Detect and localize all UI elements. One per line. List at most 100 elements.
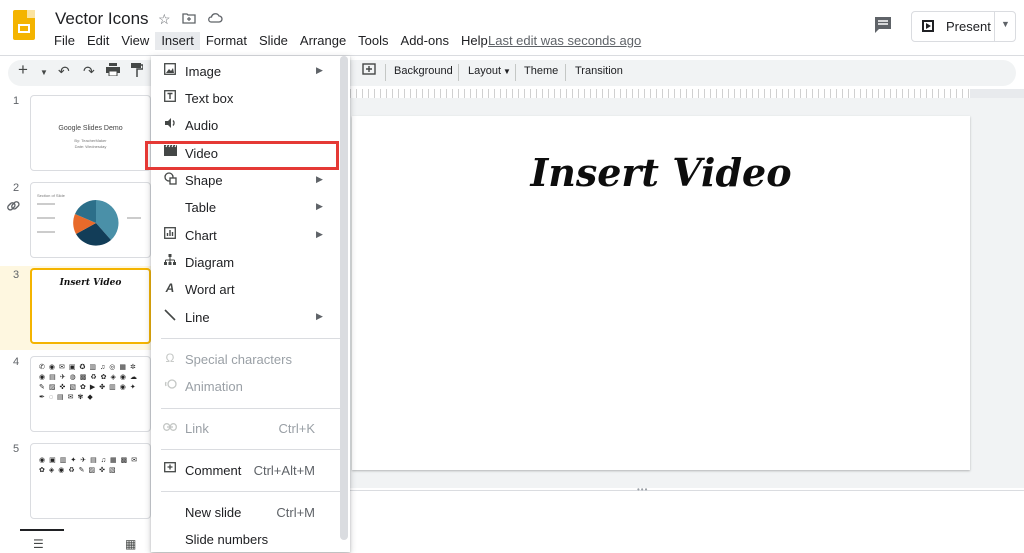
menu-format[interactable]: Format [200, 32, 253, 50]
menu-item-shortcut: Ctrl+K [278, 421, 315, 436]
thumb-text-line [37, 231, 55, 233]
slide-thumbnail-3[interactable]: Insert Video [30, 268, 151, 344]
speaker-notes-divider[interactable] [350, 490, 1024, 491]
menu-item-label: Shape [185, 173, 223, 188]
slides-logo-icon[interactable] [13, 10, 35, 40]
submenu-arrow-icon: ▶ [316, 65, 323, 75]
background-button[interactable]: Background [394, 65, 453, 77]
chevron-down-icon: ▼ [503, 67, 511, 76]
menu-item-slide-numbers[interactable]: Slide numbers [151, 526, 341, 553]
slide-number: 5 [13, 443, 20, 455]
print-icon[interactable] [106, 63, 120, 79]
menu-item-shortcut: Ctrl+M [276, 505, 315, 520]
menu-separator [161, 449, 341, 450]
menu-item-special-characters[interactable]: Ω Special characters [151, 346, 341, 373]
menu-edit[interactable]: Edit [81, 32, 115, 50]
present-icon [922, 20, 934, 32]
folder-move-icon[interactable] [182, 11, 196, 27]
menu-file[interactable]: File [48, 32, 81, 50]
last-edit-link[interactable]: Last edit was seconds ago [488, 33, 641, 48]
insert-menu-dropdown: Image ▶ Text box Audio Video Shape ▶ Tab… [151, 56, 350, 552]
diagram-icon [162, 254, 178, 269]
chart-icon [162, 227, 178, 242]
menu-item-label: Line [185, 310, 210, 325]
new-slide-plus-icon[interactable]: + [18, 60, 28, 80]
layout-label: Layout [468, 65, 502, 77]
document-title[interactable]: Vector Icons [55, 9, 149, 29]
menu-item-link[interactable]: Link Ctrl+K [151, 415, 341, 442]
resize-handle-icon[interactable]: ••• [637, 485, 648, 494]
audio-icon [162, 117, 178, 132]
menu-separator [161, 338, 341, 339]
slide-title[interactable]: Insert Video [352, 150, 970, 195]
menu-item-label: Diagram [185, 255, 235, 270]
shape-icon [162, 172, 178, 188]
menu-tools[interactable]: Tools [352, 32, 394, 50]
grid-view-icon[interactable]: ▦ [125, 537, 136, 551]
menu-item-diagram[interactable]: Diagram [151, 249, 341, 276]
slide-canvas[interactable]: Insert Video [352, 116, 970, 470]
layout-button[interactable]: Layout ▼ [468, 65, 511, 77]
menu-view[interactable]: View [115, 32, 155, 50]
menu-item-new-slide[interactable]: New slide Ctrl+M [151, 499, 341, 526]
present-button[interactable]: Present ▼ [911, 11, 1016, 42]
menu-item-label: Slide numbers [185, 532, 269, 547]
undo-icon[interactable]: ↶ [58, 63, 70, 80]
ruler-margin [970, 89, 1024, 98]
menu-item-audio[interactable]: Audio [151, 112, 341, 139]
menu-insert[interactable]: Insert [155, 32, 200, 50]
thumb-icon-grid: ◉ ▣ ▥ ✦ ✈ ▤ ♫ ▦ ▩ ✉ ✿ ◈ ◉ ♻ ✎ ▨ ✜ ▧ [39, 457, 138, 474]
link-icon [6, 199, 20, 216]
chevron-down-icon[interactable]: ▼ [1001, 19, 1010, 29]
new-slide-chevron-icon[interactable]: ▼ [40, 68, 48, 77]
filmstrip-view-icon[interactable]: ☰ [33, 537, 44, 551]
menu-item-label: Special characters [185, 352, 292, 367]
submenu-arrow-icon: ▶ [316, 311, 323, 321]
slide-thumbnail-5[interactable]: ◉ ▣ ▥ ✦ ✈ ▤ ♫ ▦ ▩ ✉ ✿ ◈ ◉ ♻ ✎ ▨ ✜ ▧ [30, 443, 151, 519]
toolbar-separator [458, 64, 459, 81]
menu-item-word-art[interactable]: A Word art [151, 276, 341, 303]
slide-thumbnail-2[interactable]: Section of Slide [30, 182, 151, 258]
menu-addons[interactable]: Add-ons [395, 32, 455, 50]
thumb-title: Insert Video [59, 278, 122, 288]
menu-item-shape[interactable]: Shape ▶ [151, 167, 341, 194]
comment-history-icon[interactable] [873, 16, 895, 36]
menu-slide[interactable]: Slide [253, 32, 294, 50]
menu-item-animation[interactable]: Animation [151, 373, 341, 400]
cloud-status-icon[interactable] [207, 11, 223, 27]
comment-add-icon [162, 462, 178, 477]
link-icon [162, 420, 178, 434]
slide-thumbnail-4[interactable]: ✆ ◉ ✉ ▣ ✪ ▥ ♫ ◎ ▦ ✲ ◉ ▤ ✈ ◍ ▩ ♻ ✿ ◈ ◉ ☁ ✎ ▨ ✜ ▧ ✿ ▶ ✤ ▥ ◉ ✦ ✒ ◌ ▤ ✉ ✾… [30, 356, 151, 432]
toolbar-separator [385, 64, 386, 81]
line-icon [162, 309, 178, 324]
theme-button[interactable]: Theme [524, 65, 558, 77]
menu-separator [161, 491, 341, 492]
present-label: Present [946, 19, 991, 34]
slide-thumbnail-1[interactable]: Google Slides Demo By: TeacherMaker Date… [30, 95, 151, 171]
menu-item-label: Animation [185, 379, 243, 394]
slide-number: 2 [13, 182, 20, 194]
transition-button[interactable]: Transition [575, 65, 623, 77]
menu-item-text-box[interactable]: Text box [151, 85, 341, 112]
thumb-subtitle: Date: Wednesday [74, 144, 107, 149]
menu-item-line[interactable]: Line ▶ [151, 304, 341, 331]
menu-item-image[interactable]: Image ▶ [151, 58, 341, 85]
menu-item-table[interactable]: Table ▶ [151, 194, 341, 221]
comment-add-icon[interactable] [362, 63, 376, 80]
menu-item-label: Word art [185, 282, 235, 297]
thumb-text-line [37, 217, 55, 219]
menu-arrange[interactable]: Arrange [294, 32, 352, 50]
paint-format-icon[interactable] [131, 63, 144, 80]
video-highlight-box [145, 141, 339, 170]
toolbar-separator [565, 64, 566, 81]
menu-item-comment[interactable]: Comment Ctrl+Alt+M [151, 457, 341, 484]
menu-scrollbar[interactable] [340, 56, 348, 540]
submenu-arrow-icon: ▶ [316, 201, 323, 211]
redo-icon[interactable]: ↷ [83, 63, 95, 80]
menu-item-chart[interactable]: Chart ▶ [151, 222, 341, 249]
horizontal-ruler [350, 89, 970, 98]
star-icon[interactable]: ☆ [158, 11, 171, 28]
thumb-text-line [37, 203, 55, 205]
thumb-icon-grid: ✆ ◉ ✉ ▣ ✪ ▥ ♫ ◎ ▦ ✲ ◉ ▤ ✈ ◍ ▩ ♻ ✿ ◈ ◉ ☁ ✎ ▨ ✜ ▧ ✿ ▶ ✤ ▥ ◉ ✦ ✒ ◌ ▤ ✉ ✾… [39, 364, 137, 401]
menu-separator [161, 408, 341, 409]
